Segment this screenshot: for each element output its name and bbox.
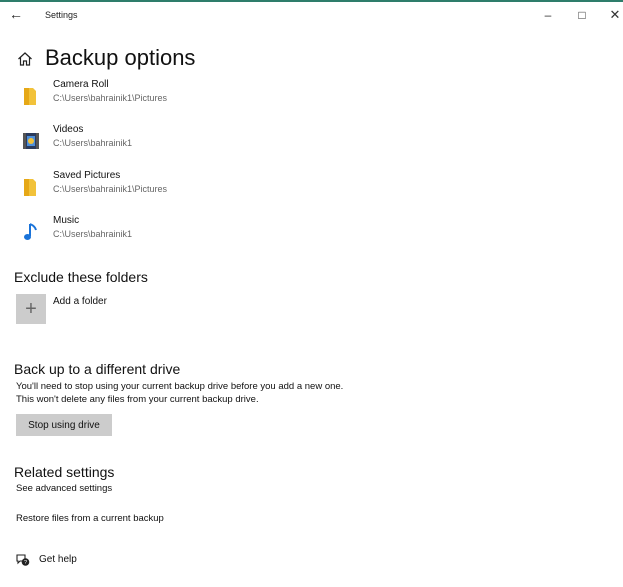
related-heading: Related settings [14,464,115,480]
plus-icon: + [25,298,37,320]
folder-icon [24,88,36,105]
exclude-heading: Exclude these folders [14,269,148,285]
folder-path: C:\Users\bahrainik1\Pictures [53,93,168,103]
folder-name: Videos [53,124,84,135]
folder-path: C:\Users\bahrainik1 [53,138,133,148]
music-icon [24,223,37,240]
folder-icon [24,179,36,196]
folder-item-camera-roll[interactable]: Camera Roll C:\Users\bahrainik1\Pictures [16,79,316,115]
folder-name: Camera Roll [53,79,109,90]
title-bar: ← Settings – □ ✕ [0,2,623,30]
add-folder-button[interactable]: + [16,294,46,324]
drive-heading: Back up to a different drive [14,361,181,377]
maximize-button[interactable]: □ [572,7,592,23]
minimize-button[interactable]: – [538,7,558,23]
folder-item-saved-pictures[interactable]: Saved Pictures C:\Users\bahrainik1\Pictu… [16,170,316,206]
svg-text:?: ? [24,560,27,566]
restore-files-link[interactable]: Restore files from a current backup [16,513,164,524]
folder-item-music[interactable]: Music C:\Users\bahrainik1 [16,215,316,251]
advanced-settings-link[interactable]: See advanced settings [16,483,112,494]
drive-description: You'll need to stop using your current b… [16,381,344,405]
stop-using-drive-button[interactable]: Stop using drive [16,414,112,436]
get-help-link[interactable]: Get help [39,554,77,565]
window-title: Settings [45,10,78,20]
page-title: Backup options [45,45,196,70]
back-arrow-icon[interactable]: ← [8,6,24,22]
folder-path: C:\Users\bahrainik1 [53,229,133,239]
add-folder-label[interactable]: Add a folder [53,296,107,307]
folder-name: Music [53,215,80,226]
home-icon[interactable] [17,51,33,67]
close-button[interactable]: ✕ [605,7,623,23]
folder-item-videos[interactable]: Videos C:\Users\bahrainik1 [16,124,316,160]
videos-icon [23,133,39,149]
help-icon[interactable]: ? [16,553,30,567]
folder-path: C:\Users\bahrainik1\Pictures [53,184,168,194]
folder-name: Saved Pictures [53,170,121,181]
